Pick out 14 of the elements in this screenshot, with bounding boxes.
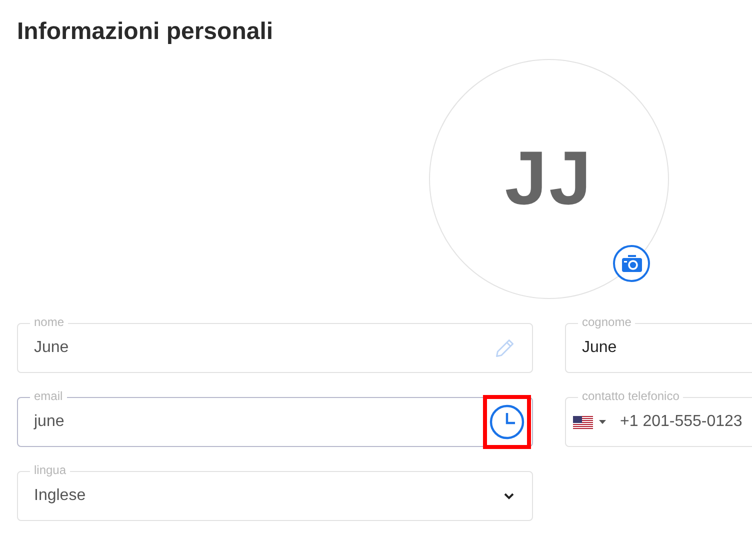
field-value: +1 201-555-0123 [620, 412, 742, 432]
country-picker[interactable] [573, 416, 606, 428]
flag-icon [573, 416, 593, 428]
page-title: Informazioni personali [17, 17, 274, 47]
clock-icon[interactable] [489, 404, 525, 440]
avatar-initials: JJ [504, 135, 594, 223]
selected-value: Inglese [34, 486, 86, 506]
field-value: june [34, 412, 64, 432]
camera-button[interactable] [613, 245, 650, 282]
caret-icon [599, 420, 606, 424]
field-value: June [582, 338, 617, 358]
camera-icon [622, 255, 642, 272]
field-label: lingua [30, 462, 70, 478]
field-value: June [34, 338, 69, 358]
